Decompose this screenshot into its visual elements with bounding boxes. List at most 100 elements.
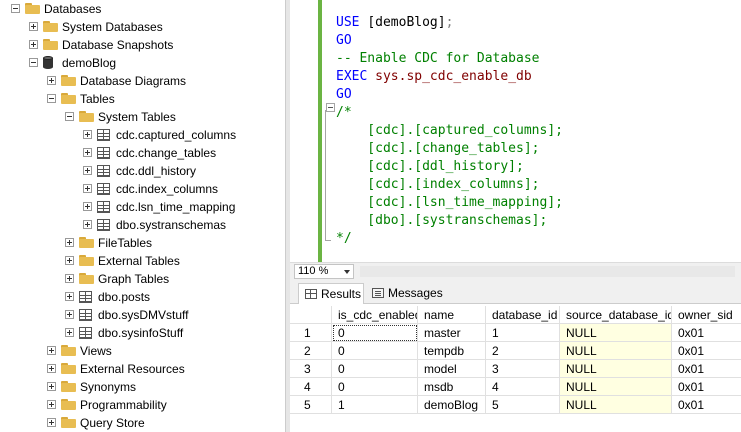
expand-icon[interactable]: [65, 274, 74, 283]
expand-icon[interactable]: [83, 130, 92, 139]
column-header[interactable]: owner_sid: [672, 306, 741, 324]
tree-node[interactable]: External Resources: [0, 360, 285, 378]
folder-icon: [79, 237, 94, 248]
folder-icon: [79, 255, 94, 266]
grid-cell[interactable]: tempdb: [418, 342, 486, 360]
results-grid[interactable]: is_cdc_enabled name database_id source_data…: [290, 304, 741, 432]
expand-icon[interactable]: [29, 22, 38, 31]
tree-node[interactable]: cdc.change_tables: [0, 144, 285, 162]
grid-cell[interactable]: 0x01: [672, 324, 741, 342]
tree-node[interactable]: Database Diagrams: [0, 72, 285, 90]
grid-cell[interactable]: 0: [332, 360, 418, 378]
tree-node[interactable]: Tables: [0, 90, 285, 108]
grid-cell[interactable]: 0: [332, 342, 418, 360]
grid-cell[interactable]: 0x01: [672, 342, 741, 360]
column-header[interactable]: name: [418, 306, 486, 324]
tree-node[interactable]: System Tables: [0, 108, 285, 126]
tree-node[interactable]: dbo.sysinfoStuff: [0, 324, 285, 342]
tree-node[interactable]: Views: [0, 342, 285, 360]
grid-cell[interactable]: 0: [332, 378, 418, 396]
grid-cell[interactable]: 0x01: [672, 378, 741, 396]
tree-node[interactable]: Programmability: [0, 396, 285, 414]
column-header[interactable]: database_id: [486, 306, 560, 324]
grid-cell[interactable]: 0: [332, 324, 418, 342]
column-header[interactable]: source_database_id: [560, 306, 672, 324]
expand-icon[interactable]: [47, 346, 56, 355]
expand-icon[interactable]: [47, 364, 56, 373]
grid-cell[interactable]: 0x01: [672, 360, 741, 378]
row-number[interactable]: 3: [290, 360, 332, 378]
code-token: EXEC: [336, 69, 376, 84]
row-number[interactable]: 5: [290, 396, 332, 414]
expand-icon[interactable]: [29, 40, 38, 49]
folder-icon: [43, 39, 58, 50]
grid-cell[interactable]: 3: [486, 360, 560, 378]
expand-icon[interactable]: [47, 400, 56, 409]
grid-cell[interactable]: NULL: [560, 324, 672, 342]
tree-node[interactable]: dbo.posts: [0, 288, 285, 306]
tree-node[interactable]: Synonyms: [0, 378, 285, 396]
tree-node[interactable]: dbo.sysDMVstuff: [0, 306, 285, 324]
expand-icon[interactable]: [65, 328, 74, 337]
grid-cell[interactable]: 4: [486, 378, 560, 396]
grid-cell[interactable]: 1: [486, 324, 560, 342]
tab-messages[interactable]: Messages: [366, 283, 448, 304]
collapse-icon[interactable]: [29, 58, 38, 67]
expand-icon[interactable]: [47, 76, 56, 85]
expand-icon[interactable]: [65, 292, 74, 301]
grid-cell[interactable]: model: [418, 360, 486, 378]
expand-icon[interactable]: [47, 418, 56, 427]
tree-node[interactable]: Query Store: [0, 414, 285, 432]
tree-node[interactable]: Graph Tables: [0, 270, 285, 288]
grid-cell[interactable]: NULL: [560, 360, 672, 378]
grid-cell[interactable]: 2: [486, 342, 560, 360]
grid-cell[interactable]: NULL: [560, 378, 672, 396]
grid-cell[interactable]: NULL: [560, 342, 672, 360]
grid-cell[interactable]: msdb: [418, 378, 486, 396]
tree-node[interactable]: cdc.captured_columns: [0, 126, 285, 144]
grid-cell[interactable]: 5: [486, 396, 560, 414]
collapse-icon[interactable]: [65, 112, 74, 121]
expand-icon[interactable]: [65, 256, 74, 265]
collapse-icon[interactable]: [11, 4, 20, 13]
column-header[interactable]: is_cdc_enabled: [332, 306, 418, 324]
row-number[interactable]: 2: [290, 342, 332, 360]
grid-cell[interactable]: 0x01: [672, 396, 741, 414]
row-number[interactable]: 4: [290, 378, 332, 396]
query-editor[interactable]: USE [demoBlog]; GO -- Enable CDC for Datab…: [290, 0, 741, 262]
column-header[interactable]: [290, 306, 332, 324]
tree-node[interactable]: demoBlog: [0, 54, 285, 72]
expand-icon[interactable]: [83, 220, 92, 229]
expand-icon[interactable]: [47, 382, 56, 391]
zoom-dropdown[interactable]: 110 %: [294, 264, 354, 279]
grid-cell[interactable]: demoBlog: [418, 396, 486, 414]
tree-node[interactable]: System Databases: [0, 18, 285, 36]
grid-cell[interactable]: NULL: [560, 396, 672, 414]
tree-node-label: Programmability: [80, 398, 167, 412]
tree-node[interactable]: External Tables: [0, 252, 285, 270]
expand-icon[interactable]: [83, 166, 92, 175]
tree-node[interactable]: cdc.lsn_time_mapping: [0, 198, 285, 216]
tree-node-label: cdc.ddl_history: [116, 164, 197, 178]
tree-node[interactable]: cdc.index_columns: [0, 180, 285, 198]
expand-icon[interactable]: [65, 238, 74, 247]
expand-icon[interactable]: [83, 148, 92, 157]
expand-icon[interactable]: [83, 202, 92, 211]
grid-cell[interactable]: master: [418, 324, 486, 342]
folder-icon: [43, 21, 58, 32]
row-number[interactable]: 1: [290, 324, 332, 342]
expand-icon[interactable]: [65, 310, 74, 319]
grid-cell[interactable]: 1: [332, 396, 418, 414]
tree-node[interactable]: FileTables: [0, 234, 285, 252]
tree-node[interactable]: cdc.ddl_history: [0, 162, 285, 180]
tree-node[interactable]: dbo.systranschemas: [0, 216, 285, 234]
horizontal-scrollbar[interactable]: [360, 266, 735, 277]
collapse-icon[interactable]: [47, 94, 56, 103]
collapse-region-icon[interactable]: [326, 103, 335, 112]
code-line: USE [demoBlog];: [336, 14, 453, 32]
tree-node[interactable]: Databases: [0, 0, 285, 18]
expand-icon[interactable]: [83, 184, 92, 193]
tab-results[interactable]: Results: [298, 283, 364, 304]
tab-results-label: Results: [321, 287, 362, 301]
tree-node[interactable]: Database Snapshots: [0, 36, 285, 54]
